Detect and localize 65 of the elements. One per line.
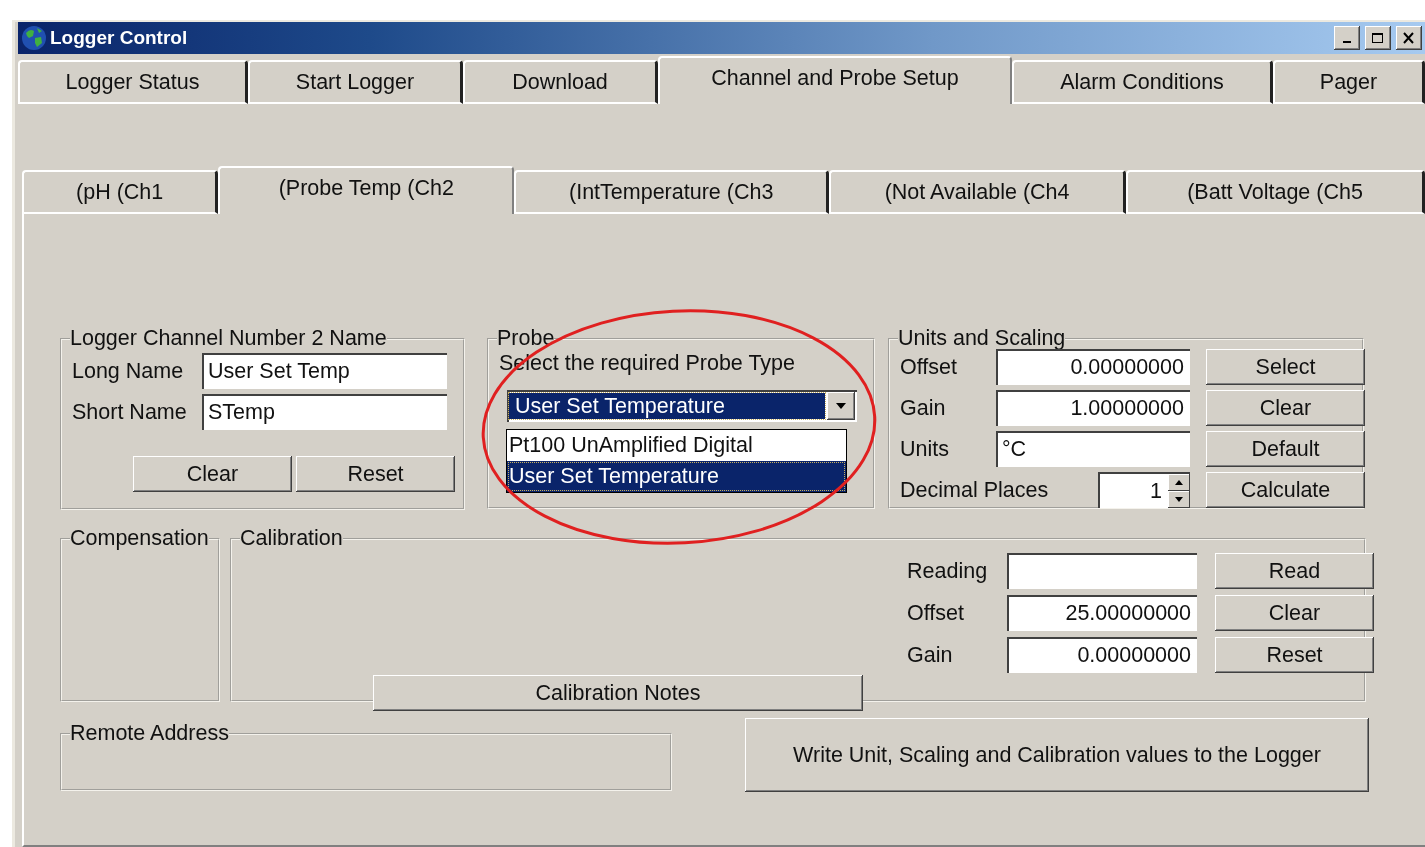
text-field[interactable]: 0.00000000 <box>996 349 1190 385</box>
field-label: Decimal Places <box>900 477 1049 503</box>
dropdown-option[interactable]: User Set Temperature <box>507 461 846 492</box>
group-title: Logger Channel Number 2 Name <box>70 326 387 351</box>
group-title: Units and Scaling <box>898 326 1066 351</box>
minimize-icon <box>1343 41 1351 43</box>
caret-down-icon <box>1175 497 1183 502</box>
field-label: Short Name <box>72 399 188 425</box>
close-icon <box>1402 32 1416 44</box>
dropdown-option[interactable]: Pt100 UnAmplified Digital <box>507 430 846 461</box>
channel-tab[interactable]: (Batt Voltage (Ch5 <box>1126 170 1425 214</box>
text-field[interactable]: °C <box>996 431 1190 467</box>
tab[interactable]: Pager <box>1273 60 1425 104</box>
text-field[interactable]: User Set Temp <box>202 353 447 389</box>
maximize-icon <box>1371 32 1385 44</box>
tab[interactable]: Channel and Probe Setup <box>658 56 1012 104</box>
field-label: Offset <box>907 600 965 626</box>
caret-up-icon <box>1175 480 1183 485</box>
minimize-button[interactable] <box>1334 26 1360 50</box>
close-button[interactable] <box>1396 26 1422 50</box>
write-button[interactable]: Write Unit, Scaling and Calibration values to the Logger <box>745 718 1369 792</box>
dropdown-arrow-button[interactable] <box>827 392 855 420</box>
probe-dropdown[interactable]: User Set Temperature <box>507 390 857 422</box>
push-button[interactable]: Clear <box>1206 390 1365 426</box>
tab[interactable]: Start Logger <box>248 60 463 104</box>
field-label: Reading <box>907 558 989 584</box>
push-button[interactable]: Calculate <box>1206 472 1365 508</box>
field-label: Units <box>900 436 950 462</box>
field-label: Gain <box>900 395 947 421</box>
selected-value: User Set Temperature <box>509 393 825 419</box>
group-title: Remote Address <box>70 721 229 746</box>
spinner-value: 1 <box>1149 477 1163 505</box>
push-button[interactable]: Clear <box>133 456 292 492</box>
spin-down-button[interactable] <box>1168 491 1190 508</box>
group-title: Compensation <box>70 526 209 551</box>
group-title: Calibration <box>240 526 343 551</box>
text-field[interactable]: 0.00000000 <box>1007 637 1197 673</box>
calibration-notes-button[interactable]: Calibration Notes <box>373 675 863 711</box>
text-field[interactable] <box>1007 553 1197 589</box>
text-field[interactable]: STemp <box>202 394 447 430</box>
push-button[interactable]: Reset <box>1215 637 1374 673</box>
channel-tab[interactable]: (Probe Temp (Ch2 <box>218 166 515 214</box>
channel-tab[interactable]: (pH (Ch1 <box>22 170 219 214</box>
caret-down-icon <box>835 402 847 410</box>
text-field[interactable]: 25.00000000 <box>1007 595 1197 631</box>
field-label: Long Name <box>72 358 185 384</box>
push-button[interactable]: Clear <box>1215 595 1374 631</box>
channel-tab[interactable]: (Not Available (Ch4 <box>829 170 1127 214</box>
tab[interactable]: Logger Status <box>18 60 248 104</box>
spin-up-button[interactable] <box>1168 474 1190 491</box>
group-title: Probe <box>497 326 555 351</box>
window-title: Logger Control <box>50 27 188 49</box>
channel-tab[interactable]: (IntTemperature (Ch3 <box>514 170 830 214</box>
tab[interactable]: Download <box>463 60 658 104</box>
push-button[interactable]: Select <box>1206 349 1365 385</box>
globe-icon <box>21 25 47 51</box>
field-label: Gain <box>907 642 954 668</box>
maximize-button[interactable] <box>1365 26 1391 50</box>
tab[interactable]: Alarm Conditions <box>1012 60 1273 104</box>
push-button[interactable]: Default <box>1206 431 1365 467</box>
push-button[interactable]: Reset <box>296 456 455 492</box>
field-label: Offset <box>900 354 958 380</box>
push-button[interactable]: Read <box>1215 553 1374 589</box>
number-spinner[interactable]: 1 <box>1098 472 1190 508</box>
text-field[interactable]: 1.00000000 <box>996 390 1190 426</box>
